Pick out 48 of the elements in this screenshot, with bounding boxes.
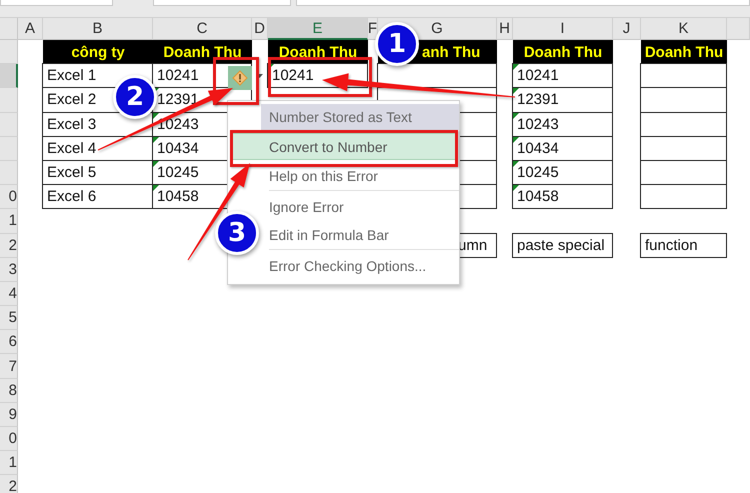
table-cell: 10245 [512, 160, 613, 186]
row-header[interactable]: 0 [0, 427, 18, 452]
column-header[interactable]: K [641, 18, 727, 40]
column-header[interactable]: D [252, 18, 268, 40]
row-header[interactable]: 9 [0, 402, 18, 427]
column-header[interactable]: F [368, 18, 378, 40]
row-header[interactable]: 5 [0, 306, 18, 330]
caret-icon[interactable] [256, 74, 263, 79]
input-field[interactable] [296, 0, 750, 6]
menu-heading: Number Stored as Text [261, 104, 459, 130]
table-cell: 12391 [512, 87, 613, 113]
warning-icon [232, 70, 248, 86]
row-header[interactable]: 6 [0, 330, 18, 354]
header-cell: công ty [43, 40, 153, 64]
column-header[interactable] [727, 18, 750, 40]
column-header[interactable]: C [153, 18, 252, 40]
column-header[interactable]: I [513, 18, 613, 40]
select-all-corner[interactable] [0, 18, 18, 40]
row-header[interactable]: 2 [0, 234, 18, 258]
header-cell: Doanh Thu [641, 40, 727, 64]
row-header[interactable]: 1 [0, 209, 18, 234]
table-cell: 10434 [512, 136, 613, 161]
row-header[interactable]: 2 [0, 475, 18, 493]
column-header[interactable]: B [43, 18, 153, 40]
row-header[interactable] [0, 64, 18, 88]
column-header[interactable]: H [497, 18, 513, 40]
row-header[interactable]: 4 [0, 282, 18, 306]
header-cell: Doanh Thu [513, 40, 613, 64]
row-header[interactable]: 7 [0, 354, 18, 379]
table-cell: 10458 [512, 184, 613, 210]
column-header[interactable]: A [18, 18, 43, 40]
row-header[interactable]: 3 [0, 258, 18, 282]
table-cell: Excel 6 [42, 184, 153, 210]
row-header[interactable]: 1 [0, 451, 18, 476]
input-field[interactable] [153, 0, 291, 6]
step-badge: 2 [113, 75, 157, 119]
row-header[interactable]: 8 [0, 378, 18, 403]
column-header[interactable]: J [613, 18, 641, 40]
header-cell: Doanh Thu [153, 40, 252, 64]
table-cell: 10241 [512, 63, 613, 88]
table-cell: function [640, 232, 727, 258]
input-field[interactable] [0, 0, 114, 6]
menu-item[interactable]: Ignore Error [266, 194, 457, 219]
menu-item[interactable]: Help on this Error [266, 163, 457, 188]
table-cell: paste special [512, 232, 613, 258]
table-cell: 10243 [512, 112, 613, 137]
column-header[interactable]: E [268, 18, 368, 40]
row-header[interactable]: 0 [0, 185, 18, 210]
